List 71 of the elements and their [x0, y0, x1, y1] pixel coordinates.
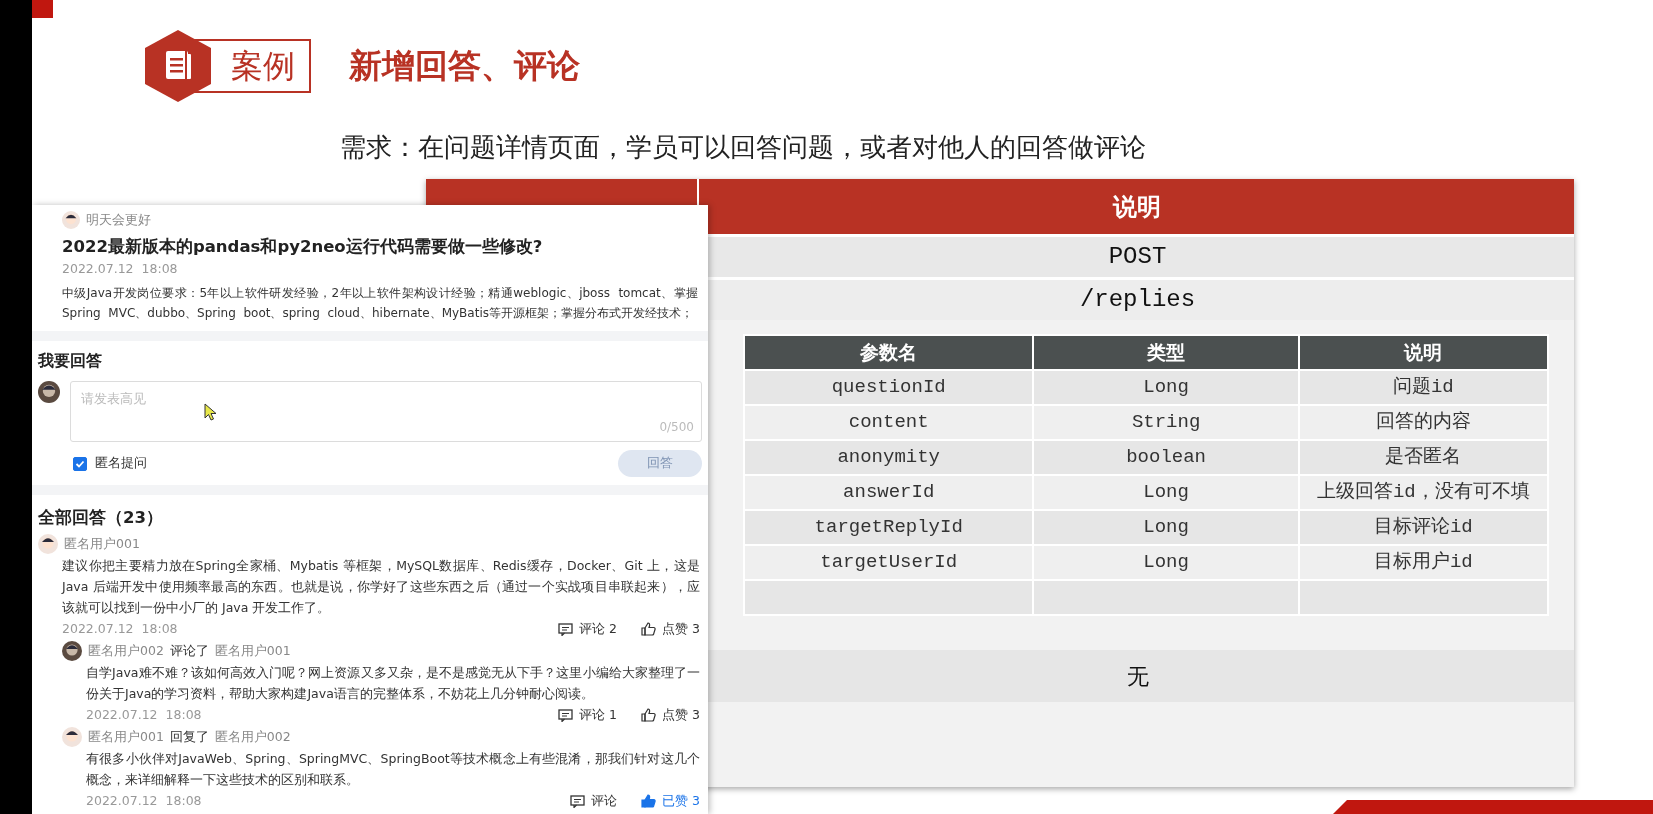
- table-cell: 是否匿名: [1298, 440, 1548, 475]
- post-date: 2022.07.12 18:08: [62, 620, 178, 638]
- post-date: 2022.07.12 18:08: [86, 706, 202, 724]
- like-button[interactable]: 已赞 3: [641, 791, 700, 811]
- table-cell: 目标评论id: [1298, 510, 1548, 545]
- check-icon: [75, 458, 85, 469]
- section-heading: 全部回答（23）: [38, 507, 164, 529]
- cursor-icon: [204, 403, 218, 421]
- author-name: 明天会更好: [86, 210, 151, 229]
- comment-button[interactable]: 评论 2: [558, 619, 618, 639]
- avatar-icon: [38, 534, 58, 554]
- return-text: 无: [1126, 662, 1149, 691]
- author-name: 匿名用户001: [64, 534, 140, 553]
- avatar-icon: [62, 211, 80, 229]
- table-cell: targetReplyId: [744, 510, 1034, 545]
- question-body: 中级Java开发岗位要求：5年以上软件研发经验，2年以上软件架构设计经验；精通weblogic、jboss tomcat、掌握Spring MVC、dubbo、Spring boot、spring cloud、hibernate、MyBatis等开源框架；掌握分布式开发经技术；: [62, 285, 698, 322]
- char-counter: 0/500: [659, 419, 694, 436]
- table-cell: boolean: [1033, 440, 1299, 475]
- answer-text: 建议你把主要精力放在Spring全家桶、Mybatis 等框架，MySQL数据库、Redis缓存，Docker、Git 上，这是 Java 后端开发中使用频率最高的东西。也就是说，你学好了这些东西之后（通过一个实战项目串联起来），应该就可以找到一份中小厂的 Java 开发工作了。: [62, 557, 700, 617]
- author-name: 匿名用户002: [214, 727, 291, 746]
- answer-text: 自学Java难不难？该如何高效入门呢？网上资源又多又杂，是不是感觉无从下手？这里小编给大家整理了一份关于Java的学习资料，帮助大家构建Java语言的完整体系，不妨花上几分钟耐心阅读。: [86, 664, 700, 703]
- answer-text: 有很多小伙伴对JavaWeb、Spring、SpringMVC、SpringBoot等技术概念上有些混淆，那我们针对这几个概念，来详细解释一下这些技术的区别和联系。: [86, 750, 700, 789]
- author-name: 匿名用户002: [88, 641, 164, 660]
- table-cell: content: [744, 405, 1034, 440]
- table-cell: String: [1033, 405, 1299, 440]
- requirement-text: 需求：在问题详情页面，学员可以回答问题，或者对他人的回答做评论: [339, 131, 1147, 164]
- column-header: 说明: [1298, 335, 1548, 370]
- table-cell: targetUserId: [744, 545, 1034, 580]
- comment-button[interactable]: 评论 1: [558, 705, 618, 725]
- table-cell: Long: [1033, 370, 1299, 405]
- table-cell: 问题id: [1298, 370, 1548, 405]
- author-name: 匿名用户001: [214, 641, 291, 660]
- path-text: /replies: [1079, 285, 1196, 315]
- section-heading: 我要回答: [38, 350, 103, 372]
- avatar-icon: [62, 641, 82, 661]
- thumbs-up-icon: [641, 794, 657, 808]
- column-header: 类型: [1033, 335, 1299, 370]
- comment-button[interactable]: 评论: [570, 791, 618, 811]
- avatar-icon: [38, 381, 60, 403]
- post-date: 2022.07.12 18:08: [62, 260, 179, 278]
- like-button[interactable]: 点赞 3: [641, 619, 700, 639]
- question-title: 2022最新版本的pandas和py2neo运行代码需要做一些修改?: [62, 236, 544, 258]
- comment-icon: [558, 622, 574, 636]
- corner-mark: [32, 0, 53, 18]
- comment-icon: [570, 794, 586, 808]
- author-name: 匿名用户001: [88, 727, 164, 746]
- post-date: 2022.07.12 18:08: [86, 792, 202, 810]
- action-text: 评论了: [169, 641, 209, 660]
- checkbox-label: 匿名提问: [95, 454, 147, 473]
- comment-icon: [558, 708, 574, 722]
- table-cell: 回答的内容: [1298, 405, 1548, 440]
- document-icon: [145, 30, 211, 102]
- thumbs-up-icon: [641, 622, 657, 636]
- avatar-icon: [62, 727, 82, 747]
- table-cell: answerId: [744, 475, 1034, 510]
- slide-title: 新增回答、评论: [349, 45, 580, 88]
- action-text: 回复了: [169, 727, 209, 746]
- table-cell: Long: [1033, 545, 1299, 580]
- column-header: 参数名: [744, 335, 1034, 370]
- method-text: POST: [1108, 242, 1167, 272]
- header-label: 说明: [1112, 191, 1161, 223]
- like-button[interactable]: 点赞 3: [641, 705, 700, 725]
- table-cell: Long: [1033, 510, 1299, 545]
- table-cell: anonymity: [744, 440, 1034, 475]
- table-cell: 上级回答id，没有可不填: [1298, 475, 1548, 510]
- checkbox[interactable]: [73, 456, 87, 471]
- section-badge: 案例: [185, 39, 311, 93]
- table-cell: Long: [1033, 475, 1299, 510]
- table-cell: 目标用户id: [1298, 545, 1548, 580]
- table-cell: questionId: [744, 370, 1034, 405]
- thumbs-up-icon: [641, 708, 657, 722]
